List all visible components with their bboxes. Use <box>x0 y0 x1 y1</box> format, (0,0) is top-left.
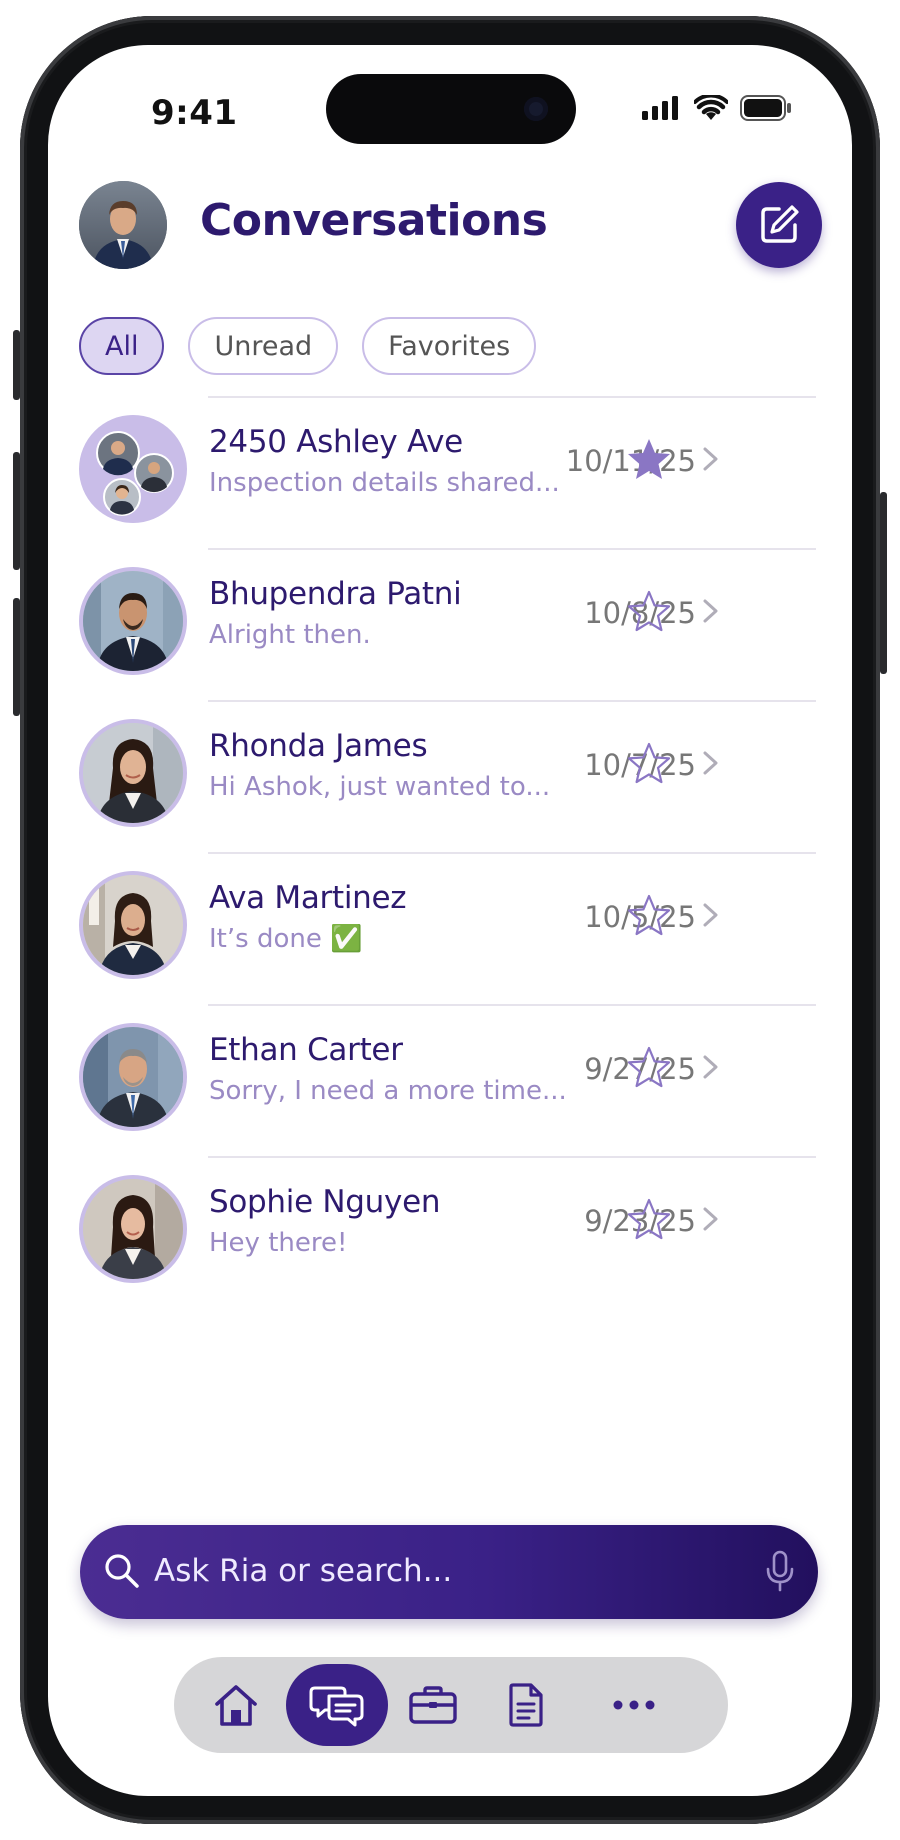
dynamic-island <box>326 74 576 144</box>
search-bar[interactable]: Ask Ria or search... <box>80 1525 818 1619</box>
filter-chips: All Unread Favorites <box>79 317 537 375</box>
volume-up-button <box>13 452 20 570</box>
microphone-icon[interactable] <box>764 1549 796 1593</box>
divider <box>208 396 816 398</box>
contact-avatar <box>79 1023 187 1131</box>
conversation-preview: Sorry, I need a more time... <box>209 1076 567 1106</box>
conversation-preview: Inspection details shared... <box>209 468 560 498</box>
divider <box>208 852 816 854</box>
contact-avatar <box>79 567 187 675</box>
chevron-right-icon <box>703 599 718 623</box>
more-icon <box>613 1700 655 1710</box>
profile-avatar[interactable] <box>79 181 167 269</box>
filter-all[interactable]: All <box>79 317 165 375</box>
divider <box>208 1004 816 1006</box>
wifi-icon <box>694 95 728 120</box>
conversation-list: 2450 Ashley Ave Inspection details share… <box>48 396 852 1308</box>
tab-briefcase[interactable] <box>383 1657 483 1753</box>
briefcase-icon <box>409 1686 457 1724</box>
tab-bar <box>174 1657 728 1753</box>
chevron-right-icon <box>703 1207 718 1231</box>
tab-home[interactable] <box>186 1657 286 1753</box>
status-time: 9:41 <box>151 93 238 133</box>
divider <box>208 1156 816 1158</box>
chat-icon <box>309 1686 364 1727</box>
tab-documents[interactable] <box>476 1657 576 1753</box>
star-outline-icon[interactable] <box>626 892 672 938</box>
divider <box>208 700 816 702</box>
filter-unread[interactable]: Unread <box>188 317 339 375</box>
document-icon <box>509 1683 543 1727</box>
page-title: Conversations <box>200 195 548 246</box>
chevron-right-icon <box>703 903 718 927</box>
divider <box>208 548 816 550</box>
screen: 9:41 Conversations All Unread Favorites … <box>48 45 852 1796</box>
conversation-name: Ethan Carter <box>209 1032 403 1068</box>
action-button <box>13 330 20 400</box>
star-outline-icon[interactable] <box>626 740 672 786</box>
conversation-preview: Hi Ashok, just wanted to... <box>209 772 551 802</box>
conversation-row[interactable]: Ava Martinez It’s done ✅ 10/5/25 <box>48 852 852 1004</box>
star-filled-icon[interactable] <box>626 436 672 482</box>
group-avatar <box>79 415 187 523</box>
conversation-name: Rhonda James <box>209 728 428 764</box>
conversation-row[interactable]: 2450 Ashley Ave Inspection details share… <box>48 396 852 548</box>
conversation-name: Bhupendra Patni <box>209 576 462 612</box>
filter-favorites[interactable]: Favorites <box>362 317 537 375</box>
battery-icon <box>740 95 791 121</box>
contact-avatar <box>79 871 187 979</box>
conversation-name: Ava Martinez <box>209 880 407 916</box>
signal-icon <box>642 96 678 120</box>
star-outline-icon[interactable] <box>626 1044 672 1090</box>
tab-more[interactable] <box>574 1657 694 1753</box>
search-icon <box>105 1554 139 1588</box>
conversation-row[interactable]: Sophie Nguyen Hey there! 9/23/25 <box>48 1156 852 1308</box>
conversation-preview: Hey there! <box>209 1228 348 1258</box>
search-input[interactable]: Ask Ria or search... <box>154 1553 452 1589</box>
chevron-right-icon <box>703 1055 718 1079</box>
tab-chat[interactable] <box>285 1657 389 1753</box>
contact-avatar <box>79 1175 187 1283</box>
star-outline-icon[interactable] <box>626 588 672 634</box>
star-outline-icon[interactable] <box>626 1196 672 1242</box>
conversation-name: Sophie Nguyen <box>209 1184 441 1220</box>
compose-icon <box>761 205 799 243</box>
status-icons <box>642 95 792 121</box>
conversation-row[interactable]: Bhupendra Patni Alright then. 10/8/25 <box>48 548 852 700</box>
conversation-row[interactable]: Ethan Carter Sorry, I need a more time..… <box>48 1004 852 1156</box>
conversation-preview: It’s done ✅ <box>209 924 363 954</box>
contact-avatar <box>79 719 187 827</box>
chevron-right-icon <box>703 751 718 775</box>
compose-button[interactable] <box>736 182 822 268</box>
home-icon <box>215 1685 257 1726</box>
conversation-name: 2450 Ashley Ave <box>209 424 463 460</box>
conversation-row[interactable]: Rhonda James Hi Ashok, just wanted to...… <box>48 700 852 852</box>
chevron-right-icon <box>703 447 718 471</box>
volume-down-button <box>13 598 20 716</box>
conversation-preview: Alright then. <box>209 620 371 650</box>
power-button <box>880 492 887 674</box>
